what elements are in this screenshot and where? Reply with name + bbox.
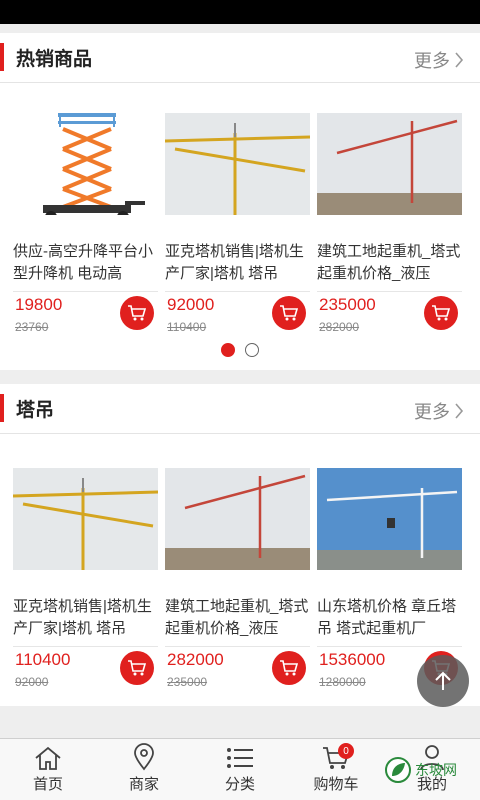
product-image-tower-crane-red[interactable] — [317, 113, 462, 215]
section-accent-bar — [0, 394, 4, 422]
product-old-price: 23760 — [15, 320, 49, 334]
status-bar — [0, 0, 480, 24]
carousel-dot-active[interactable] — [221, 343, 235, 357]
carousel-dot[interactable] — [245, 343, 259, 357]
tab-categories[interactable]: 分类 — [192, 739, 288, 800]
product-image-tower-crane-blue-sky[interactable] — [317, 468, 462, 570]
more-label: 更多 — [414, 51, 450, 71]
section-accent-bar — [0, 43, 4, 71]
product-name[interactable]: 建筑工地起重机_塔式起重机价格_液压 — [165, 596, 310, 640]
product-card[interactable]: 亚克塔机销售|塔机生产厂家|塔机 塔吊 110400 92000 — [13, 468, 165, 698]
cart-icon — [280, 305, 299, 321]
add-to-cart-button[interactable] — [424, 296, 458, 330]
add-to-cart-button[interactable] — [272, 296, 306, 330]
add-to-cart-button[interactable] — [120, 296, 154, 330]
section-title: 塔吊 — [16, 400, 55, 421]
product-image-tower-crane-red[interactable] — [165, 468, 310, 570]
product-name[interactable]: 供应-高空升降平台小型升降机 电动高 — [13, 241, 158, 285]
product-price: 110400 — [15, 650, 71, 669]
crane-section-header: 塔吊 更多 — [0, 384, 480, 434]
arrow-up-icon — [435, 671, 451, 690]
tab-label: 商家 — [128, 776, 159, 793]
carousel-indicator — [0, 343, 480, 357]
tab-merchants[interactable]: 商家 — [96, 739, 192, 800]
product-name[interactable]: 山东塔机价格 章丘塔吊 塔式起重机厂 — [317, 596, 462, 640]
cart-icon — [432, 305, 451, 321]
product-image-scissor-lift[interactable] — [13, 113, 158, 215]
crane-section: 塔吊 更多 亚克塔机销售|塔机生产厂家|塔机 塔吊 110400 92000 建… — [0, 384, 480, 706]
add-to-cart-button[interactable] — [272, 651, 306, 685]
product-old-price: 1280000 — [319, 675, 366, 689]
more-link[interactable]: 更多 — [414, 398, 464, 424]
product-card[interactable]: 供应-高空升降平台小型升降机 电动高 19800 23760 — [13, 113, 165, 353]
divider — [165, 646, 310, 647]
chevron-right-icon — [455, 403, 464, 419]
add-to-cart-button[interactable] — [120, 651, 154, 685]
tab-label: 分类 — [224, 776, 255, 793]
product-old-price: 235000 — [167, 675, 208, 689]
cart-badge: 0 — [338, 743, 354, 759]
product-card[interactable]: 亚克塔机销售|塔机生产厂家|塔机 塔吊 92000 110400 — [165, 113, 317, 353]
divider — [317, 291, 462, 292]
product-old-price: 92000 — [15, 675, 49, 689]
product-name[interactable]: 亚克塔机销售|塔机生产厂家|塔机 塔吊 — [13, 596, 158, 640]
product-price: 235000 — [319, 295, 376, 314]
product-old-price: 110400 — [167, 320, 207, 334]
hot-section: 热销商品 更多 供应-高空升降平台小型升降机 电动高 19800 23760 亚… — [0, 33, 480, 370]
product-price: 282000 — [167, 650, 224, 669]
cart-icon — [280, 660, 299, 676]
watermark: 东坡网 — [384, 756, 457, 784]
cart-icon — [128, 660, 147, 676]
divider — [13, 646, 158, 647]
tab-label: 购物车 — [313, 776, 359, 793]
product-price: 92000 — [167, 295, 215, 314]
product-card[interactable]: 建筑工地起重机_塔式起重机价格_液压 282000 235000 — [165, 468, 317, 698]
watermark-text: 东坡网 — [415, 762, 457, 778]
tab-label: 首页 — [32, 776, 63, 793]
home-icon — [35, 746, 61, 770]
more-label: 更多 — [414, 402, 450, 422]
product-price: 19800 — [15, 295, 63, 314]
list-icon — [227, 748, 253, 768]
product-name[interactable]: 亚克塔机销售|塔机生产厂家|塔机 塔吊 — [165, 241, 310, 285]
product-price: 1536000 — [319, 650, 386, 669]
product-card[interactable]: 建筑工地起重机_塔式起重机价格_液压 235000 282000 — [317, 113, 469, 353]
divider — [317, 646, 462, 647]
product-image-tower-crane-yellow[interactable] — [165, 113, 310, 215]
chevron-right-icon — [455, 52, 464, 68]
location-icon — [134, 743, 154, 771]
section-title: 热销商品 — [16, 49, 93, 70]
leaf-logo-icon — [385, 757, 411, 783]
more-link[interactable]: 更多 — [414, 47, 464, 73]
product-name[interactable]: 建筑工地起重机_塔式起重机价格_液压 — [317, 241, 462, 285]
divider — [13, 291, 158, 292]
product-image-tower-crane-yellow[interactable] — [13, 468, 158, 570]
product-old-price: 282000 — [319, 320, 360, 334]
back-to-top-button[interactable] — [417, 655, 469, 707]
cart-icon — [128, 305, 147, 321]
hot-section-header: 热销商品 更多 — [0, 33, 480, 83]
tab-cart[interactable]: 0 购物车 — [288, 739, 384, 800]
divider — [165, 291, 310, 292]
tab-home[interactable]: 首页 — [0, 739, 96, 800]
